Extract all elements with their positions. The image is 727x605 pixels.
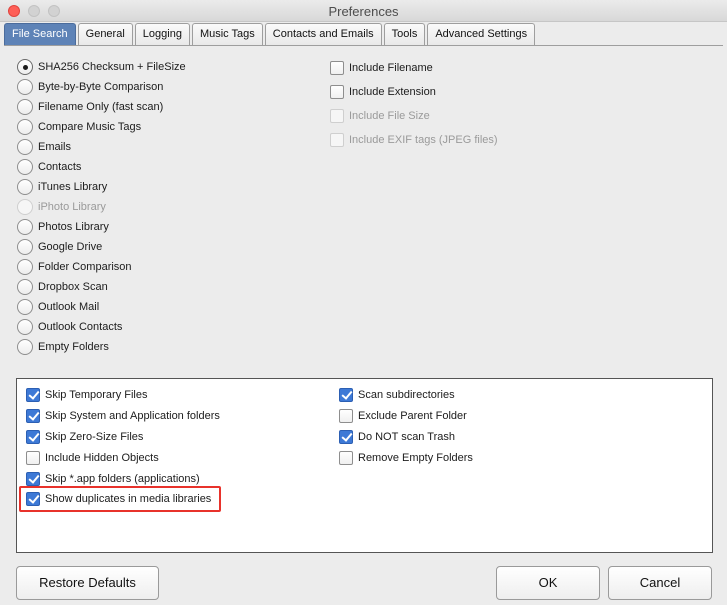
scan-subdirectories-checkbox[interactable]: Scan subdirectories	[339, 386, 455, 404]
tab-bar: File Search General Logging Music Tags C…	[4, 23, 537, 45]
preferences-window: Preferences File Search General Logging …	[0, 0, 727, 605]
include-filename-checkbox[interactable]: Include Filename	[330, 59, 433, 77]
scan-option-label: Skip Temporary Files	[45, 389, 148, 401]
radio-button-icon[interactable]	[17, 179, 33, 195]
checkbox-icon[interactable]	[339, 388, 353, 402]
include-option-label: Include File Size	[349, 110, 430, 122]
include-file-size-checkbox: Include File Size	[330, 107, 430, 125]
scan-mode-empty-folders[interactable]: Empty Folders	[17, 338, 109, 356]
radio-button-icon[interactable]	[17, 99, 33, 115]
scan-option-label: Skip *.app folders (applications)	[45, 473, 200, 485]
scan-mode-contacts[interactable]: Contacts	[17, 158, 81, 176]
skip-temporary-files-checkbox[interactable]: Skip Temporary Files	[26, 386, 148, 404]
title-bar: Preferences	[0, 0, 727, 22]
radio-button-icon	[17, 199, 33, 215]
include-option-label: Include Filename	[349, 62, 433, 74]
scan-mode-label: Dropbox Scan	[38, 281, 108, 293]
radio-button-icon[interactable]	[17, 159, 33, 175]
tab-logging[interactable]: Logging	[134, 23, 190, 45]
checkbox-icon[interactable]	[330, 61, 344, 75]
radio-button-icon[interactable]	[17, 339, 33, 355]
tab-contacts-and-emails[interactable]: Contacts and Emails	[264, 23, 382, 45]
scan-mode-compare-music-tags[interactable]: Compare Music Tags	[17, 118, 141, 136]
checkbox-icon[interactable]	[339, 430, 353, 444]
do-not-scan-trash-checkbox[interactable]: Do NOT scan Trash	[339, 428, 455, 446]
radio-button-icon[interactable]	[17, 319, 33, 335]
tab-file-search[interactable]: File Search	[4, 23, 76, 45]
scan-mode-outlook-mail[interactable]: Outlook Mail	[17, 298, 99, 316]
remove-empty-folders-checkbox[interactable]: Remove Empty Folders	[339, 449, 473, 467]
ok-button[interactable]: OK	[496, 566, 600, 600]
checkbox-icon[interactable]	[26, 472, 40, 486]
checkbox-icon[interactable]	[26, 430, 40, 444]
skip-zero-size-files-checkbox[interactable]: Skip Zero-Size Files	[26, 428, 143, 446]
scan-mode-label: Folder Comparison	[38, 261, 132, 273]
scan-mode-google-drive[interactable]: Google Drive	[17, 238, 102, 256]
radio-button-icon[interactable]	[17, 299, 33, 315]
include-extension-checkbox[interactable]: Include Extension	[330, 83, 436, 101]
highlight-box	[19, 486, 221, 512]
checkbox-icon[interactable]	[26, 388, 40, 402]
scan-mode-label: Outlook Contacts	[38, 321, 123, 333]
include-hidden-objects-checkbox[interactable]: Include Hidden Objects	[26, 449, 159, 467]
radio-button-icon[interactable]	[17, 119, 33, 135]
scan-mode-iphoto-library: iPhoto Library	[17, 198, 106, 216]
scan-mode-label: Contacts	[38, 161, 82, 173]
scan-mode-label: SHA256 Checksum + FileSize	[38, 61, 186, 73]
include-option-label: Include EXIF tags (JPEG files)	[349, 134, 498, 146]
scan-mode-label: Google Drive	[38, 241, 103, 253]
scan-option-label: Skip Zero-Size Files	[45, 431, 144, 443]
scan-mode-outlook-contacts[interactable]: Outlook Contacts	[17, 318, 122, 336]
scan-mode-label: Outlook Mail	[38, 301, 100, 313]
scan-mode-label: Emails	[38, 141, 72, 153]
checkbox-icon[interactable]	[330, 85, 344, 99]
tab-advanced-settings[interactable]: Advanced Settings	[427, 23, 536, 45]
scan-mode-folder-comparison[interactable]: Folder Comparison	[17, 258, 132, 276]
scan-mode-byte-by-byte[interactable]: Byte-by-Byte Comparison	[17, 78, 163, 96]
scan-mode-label: Empty Folders	[38, 341, 109, 353]
tab-tools[interactable]: Tools	[383, 23, 426, 45]
tab-general[interactable]: General	[77, 23, 133, 45]
radio-button-icon[interactable]	[17, 59, 33, 75]
radio-button-icon[interactable]	[17, 239, 33, 255]
scan-mode-dropbox-scan[interactable]: Dropbox Scan	[17, 278, 108, 296]
window-title: Preferences	[328, 4, 399, 19]
scan-option-label: Exclude Parent Folder	[358, 410, 467, 422]
cancel-button[interactable]: Cancel	[608, 566, 712, 600]
include-exif-tags-checkbox: Include EXIF tags (JPEG files)	[330, 131, 498, 149]
scan-mode-photos-library[interactable]: Photos Library	[17, 218, 109, 236]
scan-mode-sha256[interactable]: SHA256 Checksum + FileSize	[17, 58, 186, 76]
include-option-label: Include Extension	[349, 86, 436, 98]
restore-defaults-button[interactable]: Restore Defaults	[16, 566, 159, 600]
scan-option-label: Include Hidden Objects	[45, 452, 159, 464]
scan-option-label: Remove Empty Folders	[358, 452, 473, 464]
tab-music-tags[interactable]: Music Tags	[191, 23, 263, 45]
scan-mode-label: Photos Library	[38, 221, 109, 233]
radio-button-icon[interactable]	[17, 79, 33, 95]
radio-button-icon[interactable]	[17, 139, 33, 155]
scan-mode-label: iTunes Library	[38, 181, 108, 193]
radio-button-icon[interactable]	[17, 259, 33, 275]
scan-mode-label: iPhoto Library	[38, 201, 106, 213]
scan-mode-filename-only[interactable]: Filename Only (fast scan)	[17, 98, 163, 116]
checkbox-icon[interactable]	[26, 409, 40, 423]
scan-mode-emails[interactable]: Emails	[17, 138, 71, 156]
checkbox-icon	[330, 133, 344, 147]
skip-system-folders-checkbox[interactable]: Skip System and Application folders	[26, 407, 220, 425]
checkbox-icon[interactable]	[26, 451, 40, 465]
exclude-parent-folder-checkbox[interactable]: Exclude Parent Folder	[339, 407, 467, 425]
checkbox-icon[interactable]	[339, 451, 353, 465]
scan-mode-label: Byte-by-Byte Comparison	[38, 81, 164, 93]
scan-mode-itunes-library[interactable]: iTunes Library	[17, 178, 107, 196]
scan-option-label: Do NOT scan Trash	[358, 431, 455, 443]
scan-option-label: Skip System and Application folders	[45, 410, 220, 422]
checkbox-icon[interactable]	[339, 409, 353, 423]
radio-button-icon[interactable]	[17, 279, 33, 295]
radio-button-icon[interactable]	[17, 219, 33, 235]
scan-option-label: Scan subdirectories	[358, 389, 455, 401]
scan-mode-label: Compare Music Tags	[38, 121, 142, 133]
checkbox-icon	[330, 109, 344, 123]
scan-mode-label: Filename Only (fast scan)	[38, 101, 164, 113]
